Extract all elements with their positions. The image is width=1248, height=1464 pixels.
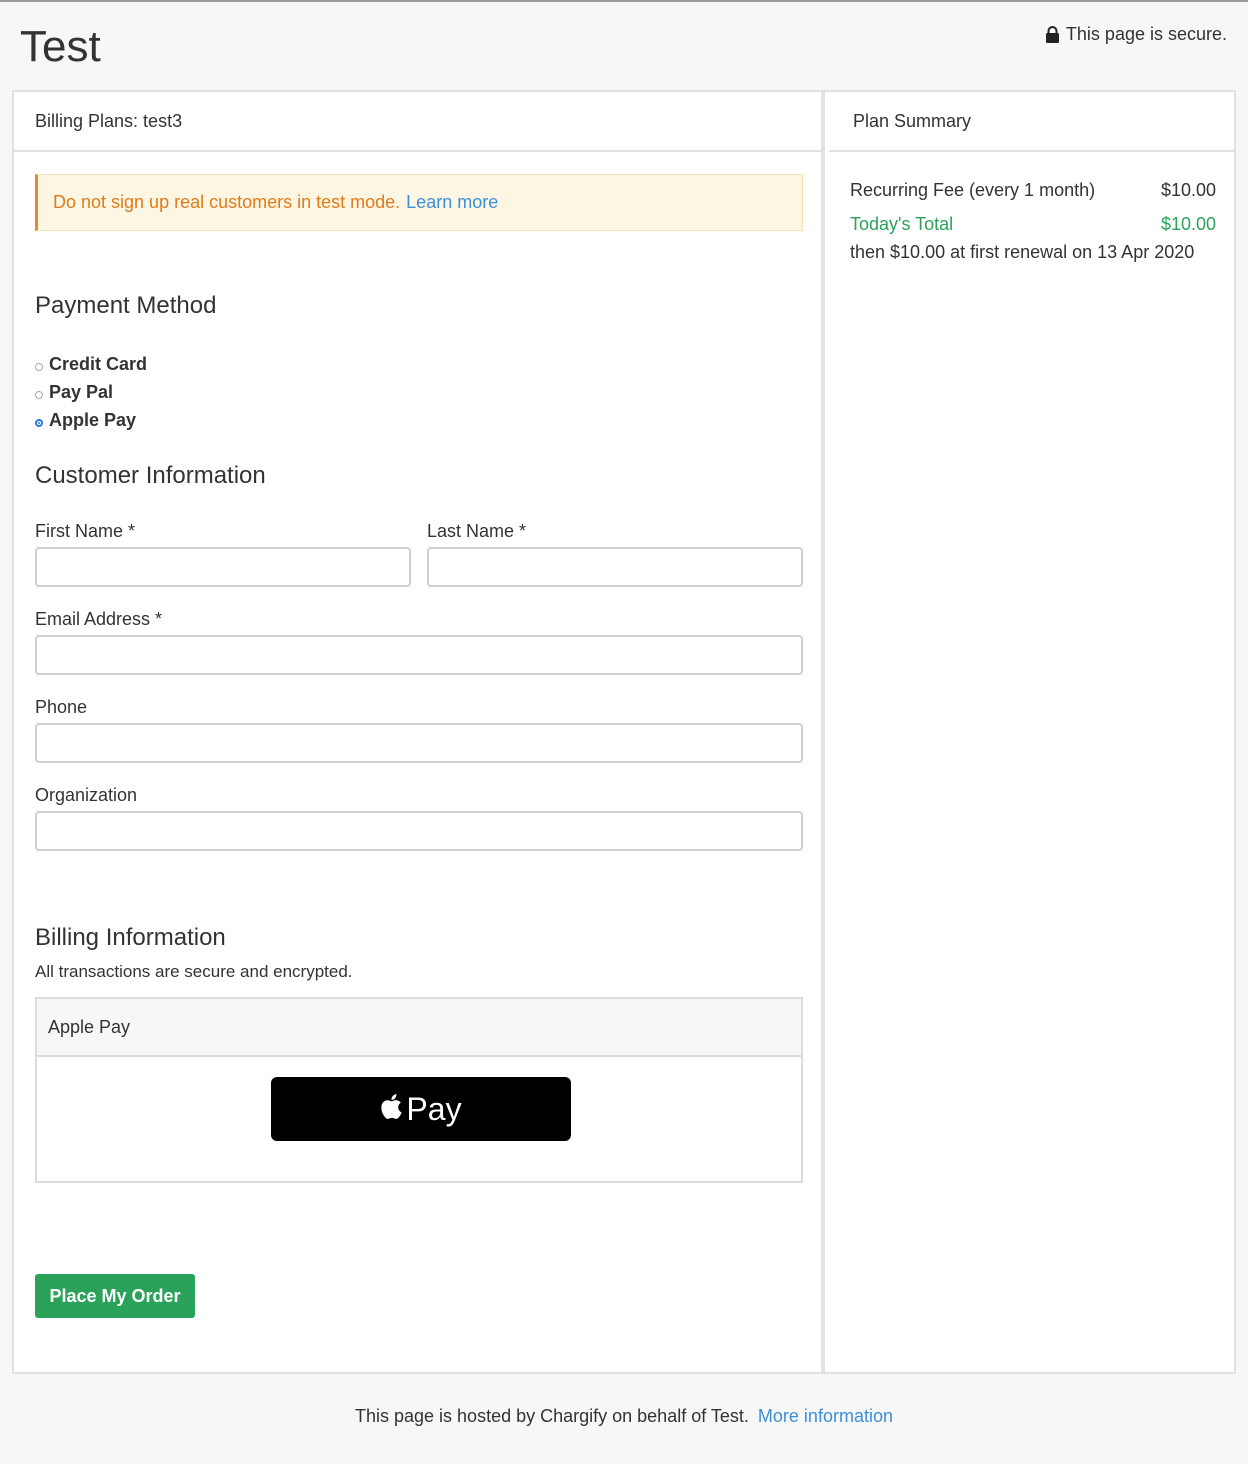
email-field[interactable]	[35, 635, 803, 675]
lock-icon	[1045, 26, 1060, 43]
footer-text: This page is hosted by Chargify on behal…	[355, 1406, 749, 1426]
radio-label: Apple Pay	[49, 410, 137, 430]
payment-method-heading: Payment Method	[35, 292, 217, 319]
renewal-note: then $10.00 at first renewal on 13 Apr 2…	[850, 242, 1195, 262]
todays-total-row: Today's Total $10.00	[850, 214, 1216, 235]
billing-info-heading: Billing Information	[35, 924, 226, 951]
radio-label: Credit Card	[49, 354, 148, 374]
radio-button[interactable]	[35, 390, 43, 399]
email-label: Email Address *	[35, 609, 163, 629]
test-mode-alert: Do not sign up real customers in test mo…	[35, 174, 803, 231]
secure-notice: This page is secure.	[1045, 24, 1227, 45]
apple-logo-icon	[380, 1091, 403, 1128]
place-order-button[interactable]: Place My Order	[35, 1274, 195, 1318]
apple-pay-panel: Apple Pay Pay	[35, 997, 803, 1183]
recurring-fee-label: Recurring Fee (every 1 month)	[850, 180, 1096, 200]
apple-pay-panel-title: Apple Pay	[37, 999, 801, 1057]
recurring-fee-amount: $10.00	[1160, 180, 1216, 200]
page-header: Test This page is secure.	[0, 2, 1248, 90]
radio-credit-card[interactable]: Credit Card	[35, 354, 147, 375]
recurring-fee-row: Recurring Fee (every 1 month) $10.00	[850, 180, 1216, 201]
radio-button-selected[interactable]	[35, 418, 43, 427]
radio-label: Pay Pal	[49, 382, 114, 402]
phone-label: Phone	[35, 697, 88, 717]
radio-pay-pal[interactable]: Pay Pal	[35, 382, 113, 403]
page-footer: This page is hosted by Chargify on behal…	[0, 1406, 1248, 1427]
learn-more-link[interactable]: Learn more	[406, 192, 498, 213]
organization-label: Organization	[35, 785, 138, 805]
secure-text: This page is secure.	[1065, 24, 1227, 44]
radio-apple-pay[interactable]: Apple Pay	[35, 410, 136, 431]
billing-card-title: Billing Plans: test3	[14, 92, 821, 152]
plan-summary-card: Plan Summary Recurring Fee (every 1 mont…	[823, 90, 1236, 1374]
radio-button[interactable]	[35, 362, 43, 371]
last-name-label: Last Name *	[427, 521, 527, 541]
apple-pay-button[interactable]: Pay	[271, 1077, 571, 1141]
first-name-field[interactable]	[35, 547, 411, 587]
last-name-field[interactable]	[427, 547, 803, 587]
customer-info-heading: Customer Information	[35, 462, 266, 489]
todays-total-amount: $10.00	[1160, 214, 1216, 234]
first-name-label: First Name *	[35, 521, 136, 541]
site-title: Test	[20, 22, 101, 71]
alert-text: Do not sign up real customers in test mo…	[53, 192, 401, 212]
more-information-link[interactable]: More information	[758, 1406, 893, 1426]
plan-summary-title: Plan Summary	[829, 92, 1234, 152]
todays-total-label: Today's Total	[850, 214, 954, 234]
organization-field[interactable]	[35, 811, 803, 851]
billing-card: Billing Plans: test3 Do not sign up real…	[12, 90, 823, 1374]
billing-info-description: All transactions are secure and encrypte…	[35, 962, 353, 981]
apple-pay-button-label: Pay	[406, 1090, 462, 1127]
phone-field[interactable]	[35, 723, 803, 763]
